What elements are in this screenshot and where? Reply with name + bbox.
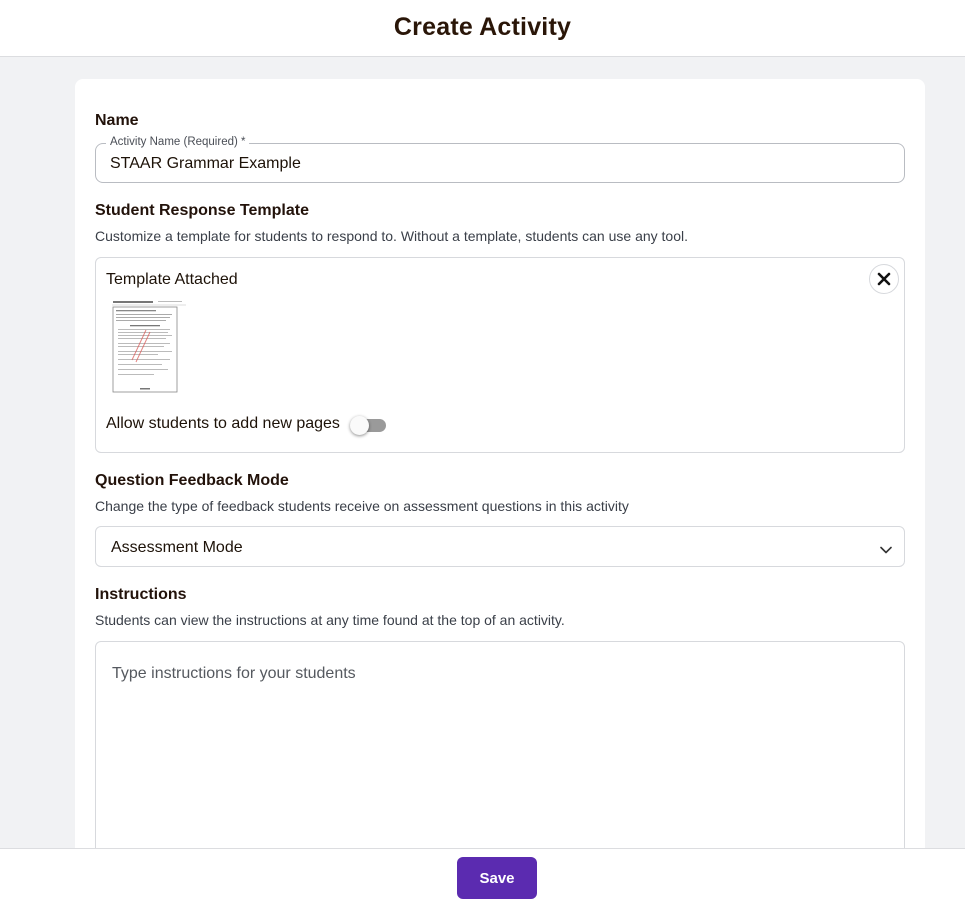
name-section-title: Name xyxy=(95,112,139,129)
activity-name-field[interactable]: Activity Name (Required) * STAAR Grammar… xyxy=(95,136,905,183)
toggle-knob[interactable] xyxy=(349,416,369,435)
chevron-down-icon xyxy=(880,541,892,559)
activity-name-label: Activity Name (Required) * xyxy=(106,136,250,148)
close-icon xyxy=(877,272,891,286)
instructions-placeholder: Type instructions for your students xyxy=(112,665,356,682)
allow-pages-toggle[interactable] xyxy=(349,416,386,435)
template-box: Template Attached Allow students to add … xyxy=(95,257,905,453)
feedback-section-description: Change the type of feedback students rec… xyxy=(95,498,629,514)
page-title: Create Activity xyxy=(393,12,572,41)
template-thumbnail[interactable] xyxy=(110,298,188,396)
feedback-mode-select[interactable]: Assessment Mode xyxy=(95,526,905,567)
template-section-title: Student Response Template xyxy=(95,202,309,219)
instructions-section-title: Instructions xyxy=(95,586,187,603)
instructions-section-description: Students can view the instructions at an… xyxy=(95,612,565,628)
template-attached-label: Template Attached xyxy=(106,271,238,288)
document-thumbnail-icon xyxy=(110,298,188,396)
save-button[interactable]: Save xyxy=(457,857,537,899)
allow-pages-label: Allow students to add new pages xyxy=(106,415,340,432)
activity-form-card: Name Activity Name (Required) * STAAR Gr… xyxy=(75,79,925,881)
remove-template-button[interactable] xyxy=(869,264,899,294)
feedback-section-title: Question Feedback Mode xyxy=(95,472,289,489)
page-header: Create Activity xyxy=(0,0,965,57)
footer-bar: Save xyxy=(0,848,965,902)
instructions-input[interactable]: Type instructions for your students xyxy=(95,641,905,881)
allow-pages-row: Allow students to add new pages xyxy=(106,414,386,435)
template-section-description: Customize a template for students to res… xyxy=(95,228,688,244)
activity-name-value[interactable]: STAAR Grammar Example xyxy=(110,155,301,173)
feedback-mode-value: Assessment Mode xyxy=(111,539,243,556)
